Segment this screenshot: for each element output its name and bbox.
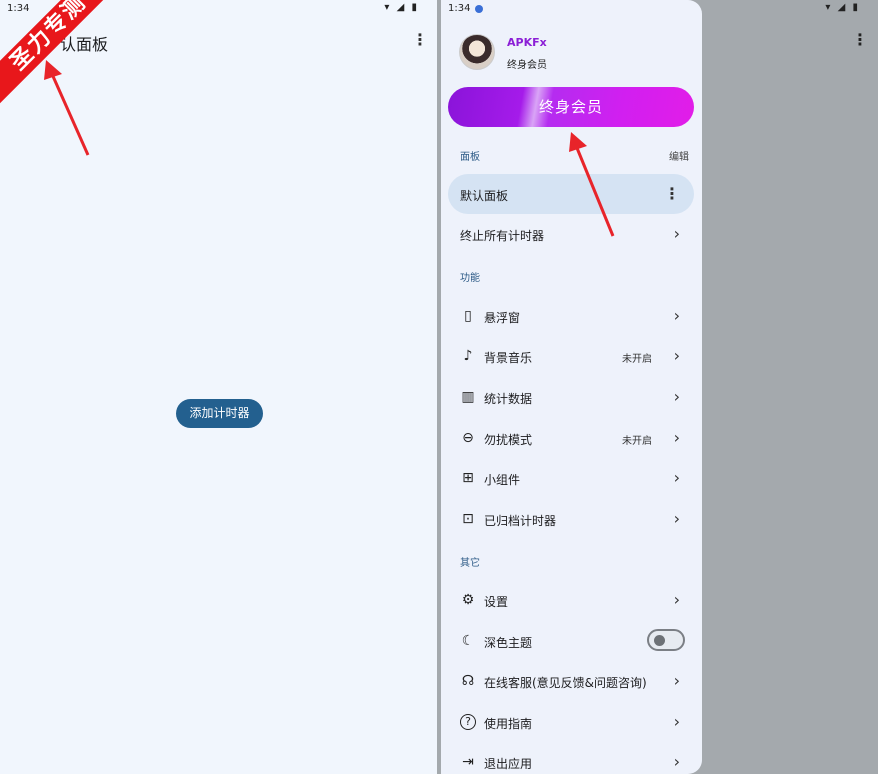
drawer-status-bar: 1:34 [441, 0, 702, 18]
chevron-right-icon: › [673, 590, 680, 609]
navigation-drawer: 1:34 APKFx 终身会员 终身会员 面板 编辑 默认面板 ⋮ 终止所有计时… [441, 0, 702, 774]
menu-item-label: 退出应用 [484, 757, 533, 771]
support-icon: ☊ [461, 673, 475, 689]
toggle-knob [654, 635, 665, 646]
status-icons-right: ▾ ◢ ▮ [825, 2, 860, 13]
add-timer-button[interactable]: 添加计时器 [176, 399, 263, 428]
panel-item-default[interactable]: 默认面板 ⋮ [448, 174, 694, 214]
lifetime-member-button[interactable]: 终身会员 [448, 87, 694, 127]
menu-item-label: 在线客服(意见反馈&问题咨询) [484, 676, 647, 690]
help-icon: ? [460, 714, 476, 730]
do-not-disturb-icon: ⊖ [462, 430, 474, 446]
menu-item-floating-window[interactable]: ▯ 悬浮窗 › [448, 296, 694, 336]
stop-all-timers-item[interactable]: 终止所有计时器 › [448, 214, 694, 254]
stop-all-timers-label: 终止所有计时器 [460, 229, 545, 243]
menu-item-label: 设置 [484, 595, 509, 609]
more-options-icon-right[interactable]: ⋮ [852, 30, 868, 49]
panel-item-label: 默认面板 [460, 189, 509, 203]
section-panels: 面板 [460, 152, 480, 163]
app-notification-icon [475, 5, 483, 13]
menu-item-label: 已归档计时器 [484, 514, 557, 528]
chevron-right-icon: › [673, 387, 680, 406]
menu-item-exit-app[interactable]: ⇥ 退出应用 › [448, 742, 694, 774]
main-screen: 1:34 ▾ ◢ ▮ 认面板 ⋮ 添加计时器 圣力专测 [0, 0, 437, 774]
chevron-right-icon: › [673, 468, 680, 487]
menu-item-label: 悬浮窗 [484, 311, 521, 325]
menu-item-statistics[interactable]: ▥ 统计数据 › [448, 377, 694, 417]
panel-more-icon[interactable]: ⋮ [664, 184, 680, 203]
status-time: 1:34 [7, 3, 30, 14]
status-icons: ▾ ◢ ▮ [384, 2, 419, 13]
chevron-right-icon: › [673, 671, 680, 690]
menu-item-archived-timers[interactable]: ⊡ 已归档计时器 › [448, 499, 694, 539]
menu-item-do-not-disturb[interactable]: ⊖ 勿扰模式 未开启 › [448, 418, 694, 458]
chevron-right-icon: › [673, 509, 680, 528]
widgets-icon: ⊞ [462, 470, 474, 486]
chevron-right-icon: › [673, 306, 680, 325]
menu-item-label: 深色主题 [484, 636, 533, 650]
menu-item-background-music[interactable]: ♪ 背景音乐 未开启 › [448, 336, 694, 376]
menu-item-dark-theme[interactable]: ☾ 深色主题 [448, 621, 694, 661]
menu-item-user-guide[interactable]: ? 使用指南 › [448, 702, 694, 742]
annotation-arrow-left [44, 60, 90, 156]
chevron-right-icon: › [673, 712, 680, 731]
more-options-icon[interactable]: ⋮ [412, 30, 428, 49]
statistics-icon: ▥ [461, 389, 475, 405]
avatar[interactable] [459, 34, 495, 70]
menu-item-status: 未开启 [622, 354, 652, 365]
floating-window-icon: ▯ [464, 308, 472, 324]
section-features: 功能 [460, 273, 480, 284]
user-profile[interactable]: APKFx 终身会员 [459, 34, 689, 74]
dark-theme-toggle[interactable] [647, 629, 685, 651]
user-name: APKFx [507, 36, 547, 49]
menu-item-status: 未开启 [622, 436, 652, 447]
drawer-screen: ▾ ◢ ▮ ⋮ 1:34 APKFx 终身会员 终身会员 面板 编辑 默认面板 … [441, 0, 878, 774]
menu-item-label: 统计数据 [484, 392, 533, 406]
chevron-right-icon: › [673, 752, 680, 771]
chevron-right-icon: › [673, 428, 680, 447]
music-note-icon: ♪ [463, 348, 473, 364]
menu-item-label: 勿扰模式 [484, 433, 533, 447]
menu-item-label: 背景音乐 [484, 351, 533, 365]
chevron-right-icon: › [673, 224, 680, 243]
menu-item-settings[interactable]: ⚙ 设置 › [448, 580, 694, 620]
moon-icon: ☾ [461, 633, 475, 649]
edit-panels-link[interactable]: 编辑 [669, 148, 689, 163]
exit-icon: ⇥ [462, 754, 474, 770]
gear-icon: ⚙ [461, 592, 475, 608]
menu-item-online-support[interactable]: ☊ 在线客服(意见反馈&问题咨询) › [448, 661, 694, 701]
archive-icon: ⊡ [462, 511, 474, 527]
chevron-right-icon: › [673, 346, 680, 365]
drawer-status-time: 1:34 [448, 3, 471, 14]
section-other: 其它 [460, 558, 480, 569]
user-membership: 终身会员 [507, 60, 547, 71]
menu-item-widgets[interactable]: ⊞ 小组件 › [448, 458, 694, 498]
menu-item-label: 小组件 [484, 473, 521, 487]
menu-item-label: 使用指南 [484, 717, 533, 731]
